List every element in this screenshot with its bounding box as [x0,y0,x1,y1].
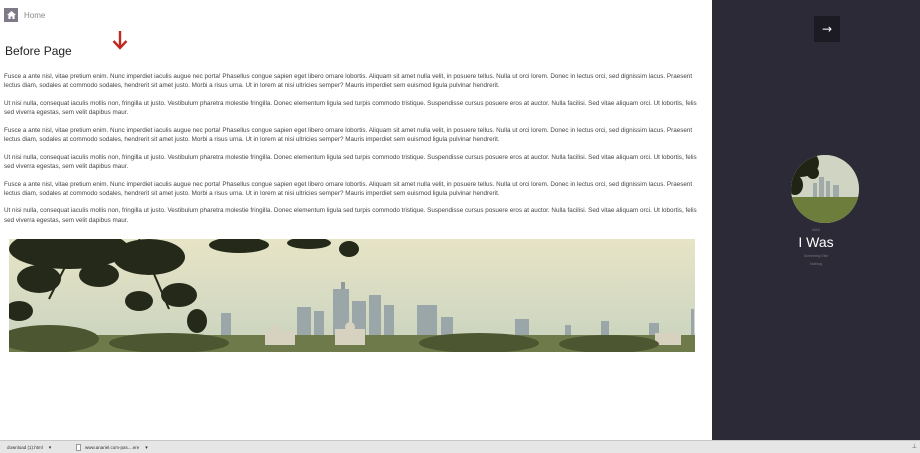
download-filename: download (1).html [7,445,43,450]
paragraph: Ut nisi nulla, consequat iaculis mollis … [4,153,697,170]
downloads-bar: download (1).html ▾ www.anariel.com-pas.… [0,440,920,453]
paragraph: Ut nisi nulla, consequat iaculis mollis … [4,99,697,117]
down-arrow-icon [112,31,128,55]
sidebar-subtitle: Something Else [803,254,829,258]
download-filename: www.anariel.com-pas....ere [85,445,140,450]
paragraph: Ut nisi nulla, consequat iaculis mollis … [4,207,697,224]
name-prefix-label: WAS [812,228,820,232]
paragraph: Fusce a ante nisl, vitae pretium enim. N… [4,73,693,90]
download-item[interactable]: download (1).html ▾ [2,443,70,452]
main-content-area: Home Before Page Fusce a ante nisl, vita… [0,0,712,440]
sidebar: → WAS I Was Something Else Nothing [712,0,920,440]
download-item[interactable]: www.anariel.com-pas....ere ▾ [76,443,150,452]
next-page-button[interactable]: → [814,16,840,42]
chevron-down-icon[interactable]: ▾ [145,445,148,451]
avatar [791,155,859,223]
skyline-banner-image [9,239,695,352]
sidebar-name: I Was [798,234,834,250]
breadcrumb-home-link[interactable]: Home [24,11,45,20]
home-button[interactable] [4,8,18,22]
breadcrumb: Home [4,8,45,22]
article-body: Fusce a ante nisl, vitae pretium enim. N… [4,72,708,233]
pin-icon[interactable]: ⊥ [912,443,917,450]
paragraph: Fusce a ante nisl, vitae pretium enim. N… [4,180,693,197]
chevron-down-icon[interactable]: ▾ [49,445,52,451]
right-arrow-icon: → [821,22,833,36]
paragraph: Fusce a ante nisl, vitae pretium enim. N… [4,126,693,144]
page-title: Before Page [5,44,72,58]
home-icon [6,11,16,19]
file-icon [76,444,81,451]
sidebar-subtitle-2: Nothing [809,262,823,266]
